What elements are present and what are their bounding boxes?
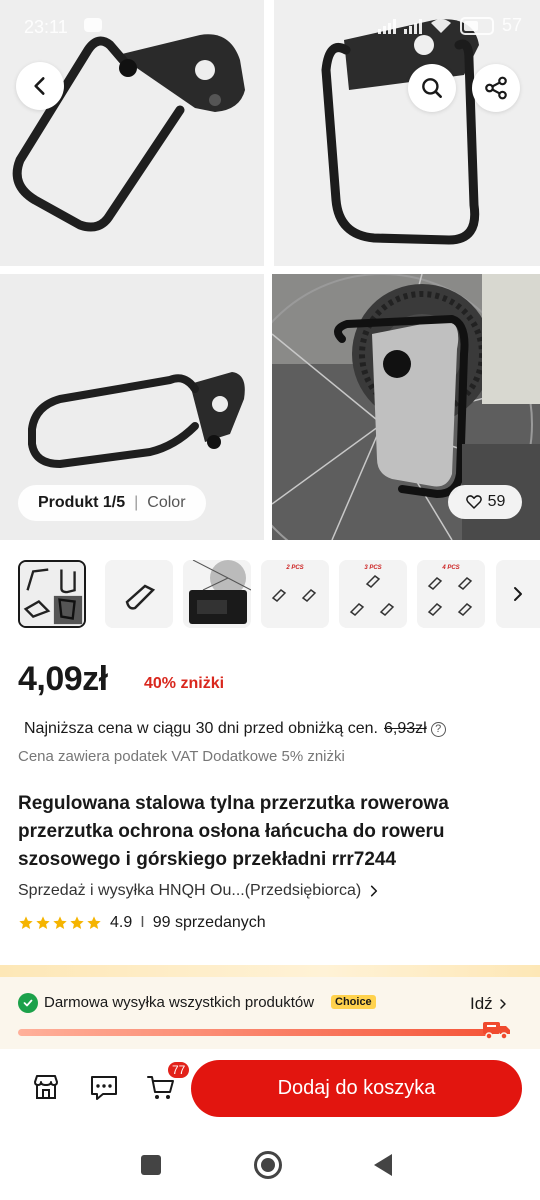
signal-icon-2 (403, 18, 422, 34)
heart-icon (465, 495, 482, 509)
variant-thumb-5[interactable]: 3 PCS (339, 560, 407, 628)
variant-thumb-6[interactable]: 4 PCS (417, 560, 485, 628)
back-icon (34, 77, 45, 95)
cart-count-badge: 77 (167, 1061, 191, 1079)
rating-value: 4.9 (110, 914, 133, 931)
system-back-button[interactable] (374, 1154, 392, 1176)
chat-button[interactable] (88, 1071, 120, 1103)
check-icon (18, 993, 38, 1013)
rating-separator: I (140, 914, 145, 931)
recent-apps-button[interactable] (141, 1155, 161, 1175)
rating-row[interactable]: 4.9 I 99 sprzedanych (18, 914, 266, 932)
gallery-position-pill[interactable]: Produkt 1/5 | Color (18, 485, 206, 521)
shipping-progress-fill (18, 1029, 493, 1036)
gallery-position: Produkt 1/5 (38, 494, 126, 511)
thumb-label-2pcs: 2 PCS (285, 565, 303, 571)
status-indicators: 57 (377, 15, 522, 36)
shipping-progress-bar (18, 1029, 493, 1036)
shipping-go-link[interactable]: Idź (470, 994, 509, 1014)
chevron-right-icon (499, 999, 506, 1009)
pill-separator: | (134, 494, 139, 511)
chat-icon (91, 1076, 117, 1100)
thumb-label-4pcs: 4 PCS (441, 565, 459, 571)
seller-link[interactable]: Sprzedaż i wysyłka HNQH Ou...(Przedsiębi… (18, 882, 381, 900)
star-icon (87, 916, 101, 929)
product-title: Regulowana stalowa tylna przerzutka rowe… (18, 793, 449, 870)
thumb-label-3pcs: 3 PCS (364, 565, 381, 571)
free-shipping-text: Darmowa wysyłka wszystkich produktów (44, 994, 315, 1011)
variant-label: Color (147, 494, 186, 511)
star-icon (70, 916, 84, 929)
star-icon (36, 916, 50, 929)
sold-count: 99 sprzedanych (152, 914, 266, 931)
variant-thumbnails: 2 PCS 3 PCS 4 PCS (18, 560, 540, 630)
discount-label: 40% zniżki (144, 675, 225, 692)
vat-note: Cena zawiera podatek VAT Dodatkowe 5% zn… (18, 748, 345, 765)
battery-level: 57 (501, 15, 522, 35)
home-button[interactable] (254, 1151, 282, 1179)
action-bar: 77 Dodaj do koszyka (0, 1049, 540, 1129)
message-notification-icon (84, 18, 102, 32)
truck-icon (483, 1022, 510, 1040)
star-icon (53, 916, 67, 929)
status-time: 23:11 (24, 17, 68, 37)
shipping-banner[interactable]: Darmowa wysyłka wszystkich produktów Cho… (0, 977, 540, 1049)
back-button[interactable] (16, 62, 64, 110)
likes-count: 59 (487, 493, 506, 510)
wishlist-button[interactable]: 59 (448, 485, 522, 519)
lowest-price-note: Najniższa cena w ciągu 30 dni przed obni… (24, 720, 446, 738)
variant-thumb-2[interactable] (105, 560, 173, 628)
product-page: 23:11 57 Produkt 1/5 | Color 59 2 PCS 3 … (0, 0, 540, 1200)
current-price: 4,09zł (18, 660, 108, 698)
seller-name: Sprzedaż i wysyłka HNQH Ou...(Przedsiębi… (18, 882, 362, 899)
star-rating (18, 915, 102, 931)
product-gallery[interactable]: 23:11 57 Produkt 1/5 | Color 59 (0, 0, 540, 540)
lowest-price-value: 6,93zł (383, 720, 427, 737)
wifi-icon (430, 18, 451, 33)
variant-thumb-4[interactable]: 2 PCS (261, 560, 329, 628)
share-button[interactable] (472, 64, 520, 112)
info-icon[interactable]: ? (430, 721, 446, 737)
store-button[interactable] (30, 1071, 62, 1103)
choice-badge: Choice (331, 995, 376, 1009)
variant-thumb-3[interactable] (183, 560, 251, 628)
star-icon (19, 916, 33, 929)
signal-icon (377, 18, 396, 34)
battery-icon (459, 16, 494, 35)
add-to-cart-button[interactable]: Dodaj do koszyka (191, 1060, 522, 1117)
search-icon (422, 78, 442, 98)
variant-thumb-1[interactable] (18, 560, 86, 628)
status-bar: 23:11 57 (0, 0, 540, 56)
chevron-right-icon (514, 587, 522, 601)
search-button[interactable] (408, 64, 456, 112)
chevron-right-icon (371, 885, 378, 897)
store-icon (34, 1075, 58, 1099)
share-icon (485, 76, 507, 100)
shipping-banner-strip (0, 965, 540, 977)
shipping-go-label: Idź (470, 994, 493, 1013)
thumbnails-next-button[interactable] (502, 578, 534, 610)
lowest-price-label: Najniższa cena w ciągu 30 dni przed obni… (24, 720, 378, 737)
system-navigation-bar (0, 1129, 540, 1200)
